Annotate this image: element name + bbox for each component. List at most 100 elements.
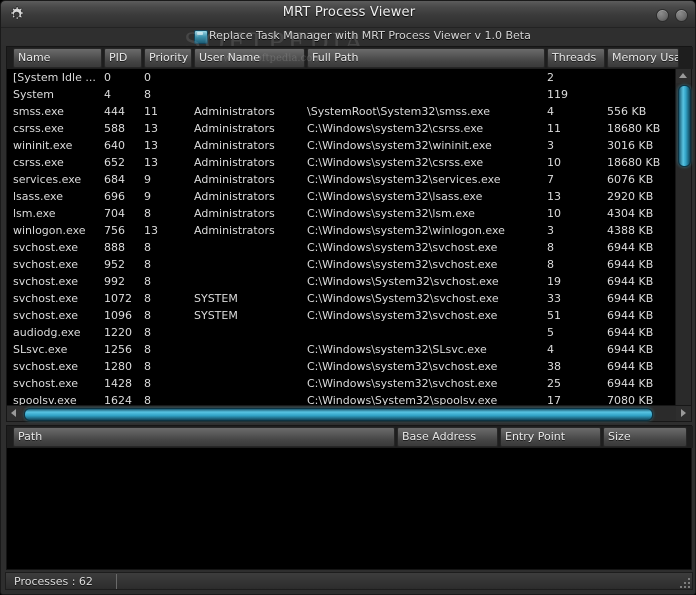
table-row[interactable]: services.exe 684 9 Administrators C:\Windows…: [7, 171, 677, 188]
title-bar[interactable]: MRT Process Viewer: [1, 1, 695, 28]
column-header-user-name[interactable]: User Name: [194, 48, 305, 68]
cell-memory: 2920 KB: [607, 190, 654, 203]
cell-user: Administrators: [194, 190, 275, 203]
app-icon: [194, 30, 208, 44]
minimize-button[interactable]: [656, 9, 669, 22]
cell-name: svchost.exe: [13, 360, 79, 373]
cell-threads: 51: [547, 309, 561, 322]
table-row[interactable]: svchost.exe 1096 8 SYSTEM C:\Windows\system3…: [7, 307, 677, 324]
cell-memory: 3016 KB: [607, 139, 654, 152]
cell-user: Administrators: [194, 173, 275, 186]
cell-threads: 2: [547, 71, 554, 84]
cell-name: csrss.exe: [13, 122, 64, 135]
cell-path: C:\Windows\system32\lsass.exe: [307, 190, 483, 203]
close-button[interactable]: [675, 9, 688, 22]
table-row[interactable]: svchost.exe 888 8 C:\Windows\system32\svcho…: [7, 239, 677, 256]
cell-memory: 6944 KB: [607, 275, 654, 288]
cell-memory: 6944 KB: [607, 377, 654, 390]
cell-path: C:\Windows\system32\svchost.exe: [307, 258, 498, 271]
column-header-name[interactable]: Name: [13, 48, 102, 68]
vertical-scrollbar[interactable]: [675, 69, 691, 421]
cell-name: svchost.exe: [13, 258, 79, 271]
table-row[interactable]: svchost.exe 952 8 C:\Windows\system32\svcho…: [7, 256, 677, 273]
table-row[interactable]: lsm.exe 704 8 Administrators C:\Windows\syst…: [7, 205, 677, 222]
subtitle-label: Replace Task Manager with MRT Process Vi…: [209, 29, 531, 42]
table-row[interactable]: csrss.exe 588 13 Administrators C:\Windows\s…: [7, 120, 677, 137]
cell-name: csrss.exe: [13, 156, 64, 169]
module-column-header-size[interactable]: Size: [603, 427, 687, 447]
column-header-priority[interactable]: Priority: [144, 48, 192, 68]
horizontal-scrollbar[interactable]: [6, 405, 692, 422]
cell-user: Administrators: [194, 105, 275, 118]
table-row[interactable]: svchost.exe 1280 8 C:\Windows\system32\svch…: [7, 358, 677, 375]
module-column-header-base-address[interactable]: Base Address: [397, 427, 498, 447]
scroll-right-arrow-icon[interactable]: [676, 406, 691, 421]
cell-threads: 3: [547, 139, 554, 152]
table-row[interactable]: SLsvc.exe 1256 8 C:\Windows\system32\SLsvc.…: [7, 341, 677, 358]
column-header-memory-usage[interactable]: Memory Usage: [607, 48, 679, 68]
cell-user: Administrators: [194, 207, 275, 220]
cell-path: C:\Windows\system32\wininit.exe: [307, 139, 492, 152]
cell-path: C:\Windows\system32\services.exe: [307, 173, 501, 186]
cell-priority: 8: [144, 326, 151, 339]
scroll-up-arrow-icon[interactable]: [676, 69, 691, 83]
cell-threads: 19: [547, 275, 561, 288]
table-row[interactable]: csrss.exe 652 13 Administrators C:\Windows\s…: [7, 154, 677, 171]
column-header-threads[interactable]: Threads: [547, 48, 605, 68]
resize-grip[interactable]: [678, 576, 690, 588]
cell-name: lsass.exe: [13, 190, 63, 203]
table-row[interactable]: lsass.exe 696 9 Administrators C:\Windows\sy…: [7, 188, 677, 205]
cell-threads: 8: [547, 241, 554, 254]
cell-user: Administrators: [194, 156, 275, 169]
table-row[interactable]: smss.exe 444 11 Administrators \SystemRoot\S…: [7, 103, 677, 120]
cell-threads: 4: [547, 343, 554, 356]
cell-threads: 13: [547, 190, 561, 203]
table-row[interactable]: svchost.exe 992 8 C:\Windows\System32\svcho…: [7, 273, 677, 290]
cell-name: svchost.exe: [13, 377, 79, 390]
cell-name: svchost.exe: [13, 241, 79, 254]
cell-memory: 6944 KB: [607, 258, 654, 271]
cell-threads: 8: [547, 258, 554, 271]
cell-path: C:\Windows\system32\svchost.exe: [307, 241, 498, 254]
horizontal-scrollbar-thumb[interactable]: [24, 408, 653, 421]
scroll-left-arrow-icon[interactable]: [7, 406, 22, 421]
cell-memory: 6944 KB: [607, 292, 654, 305]
cell-path: C:\Windows\system32\svchost.exe: [307, 309, 498, 322]
cell-user: Administrators: [194, 224, 275, 237]
cell-priority: 8: [144, 343, 151, 356]
table-row[interactable]: wininit.exe 640 13 Administrators C:\Windows…: [7, 137, 677, 154]
module-column-header-path[interactable]: Path: [13, 427, 395, 447]
table-row[interactable]: winlogon.exe 756 13 Administrators C:\Window…: [7, 222, 677, 239]
cell-priority: 8: [144, 377, 151, 390]
cell-path: C:\Windows\system32\lsm.exe: [307, 207, 475, 220]
cell-path: \SystemRoot\System32\smss.exe: [307, 105, 490, 118]
column-header-full-path[interactable]: Full Path: [307, 48, 545, 68]
table-row[interactable]: audiodg.exe 1220 8 5 6944 KB: [7, 324, 677, 341]
cell-path: C:\Windows\system32\SLsvc.exe: [307, 343, 487, 356]
module-column-header-entry-point[interactable]: Entry Point: [500, 427, 601, 447]
cell-path: C:\Windows\system32\svchost.exe: [307, 377, 498, 390]
cell-name: winlogon.exe: [13, 224, 86, 237]
cell-memory: 556 KB: [607, 105, 647, 118]
cell-memory: 6944 KB: [607, 326, 654, 339]
cell-name: System: [13, 88, 55, 101]
cell-threads: 11: [547, 122, 561, 135]
modules-table-header: Path Base Address Entry Point Size: [7, 426, 693, 448]
cell-memory: 4388 KB: [607, 224, 654, 237]
table-row[interactable]: svchost.exe 1072 8 SYSTEM C:\Windows\System3…: [7, 290, 677, 307]
cell-path: C:\Windows\system32\winlogon.exe: [307, 224, 505, 237]
table-row[interactable]: svchost.exe 1428 8 C:\Windows\system32\svch…: [7, 375, 677, 392]
column-header-pid[interactable]: PID: [104, 48, 142, 68]
cell-priority: 8: [144, 360, 151, 373]
table-row[interactable]: System 4 8 119: [7, 86, 677, 103]
cell-path: C:\Windows\system32\svchost.exe: [307, 360, 498, 373]
vertical-scrollbar-thumb[interactable]: [678, 85, 691, 167]
table-row[interactable]: [System Idle ... 0 0 2: [7, 69, 677, 86]
cell-priority: 8: [144, 88, 151, 101]
cell-name: services.exe: [13, 173, 82, 186]
cell-name: smss.exe: [13, 105, 64, 118]
app-window: MRT Process Viewer Replace Task Manager …: [0, 0, 696, 595]
cell-priority: 8: [144, 241, 151, 254]
cell-name: SLsvc.exe: [13, 343, 68, 356]
process-table-body[interactable]: [System Idle ... 0 0 2 System 4 8 119 smss.exe 44…: [7, 69, 677, 421]
